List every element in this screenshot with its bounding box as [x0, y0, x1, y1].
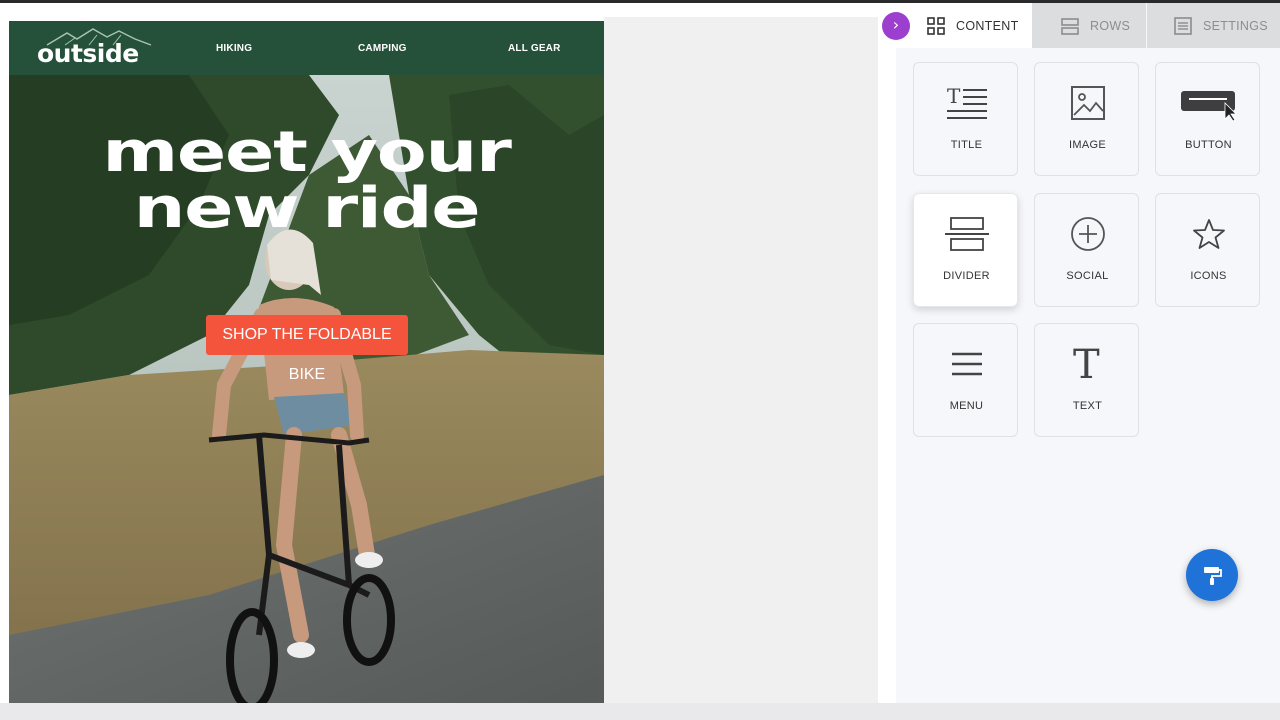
svg-text:T: T [1073, 344, 1100, 384]
nav-all-gear[interactable]: ALL GEAR [508, 43, 561, 54]
tile-text[interactable]: T TEXT [1034, 323, 1139, 437]
text-icon: T [1035, 344, 1140, 384]
hero-title-line-1: meet your [102, 120, 512, 185]
tile-title[interactable]: T TITLE [913, 62, 1018, 176]
nav-camping[interactable]: CAMPING [358, 43, 407, 54]
image-icon [1035, 83, 1140, 123]
button-icon [1156, 83, 1261, 123]
tile-button-label: BUTTON [1185, 139, 1232, 151]
grid-icon [927, 16, 945, 35]
tile-icons[interactable]: ICONS [1155, 193, 1260, 307]
tab-content[interactable]: CONTENT [896, 3, 1032, 48]
collapse-panel-button[interactable]: › [882, 12, 910, 40]
logo-text: outside [37, 39, 139, 68]
settings-doc-icon [1174, 16, 1192, 35]
plus-circle-icon [1035, 214, 1140, 254]
tab-rows-label: ROWS [1090, 18, 1131, 33]
tile-divider-label: DIVIDER [943, 270, 990, 282]
svg-text:T: T [947, 85, 961, 108]
tile-social[interactable]: SOCIAL [1034, 193, 1139, 307]
tab-settings-label: SETTINGS [1203, 18, 1268, 33]
tile-title-label: TITLE [950, 139, 983, 151]
panel-tabbar: CONTENT ROWS SETTINGS [896, 3, 1280, 48]
tile-menu[interactable]: MENU [913, 323, 1018, 437]
hero-image[interactable]: meet your new ride SHOP THE FOLDABLE BIK… [9, 75, 604, 703]
nav-hiking[interactable]: HIKING [216, 43, 252, 54]
panel-gutter [878, 3, 896, 703]
tab-content-label: CONTENT [956, 18, 1019, 33]
chevron-right-icon: › [892, 15, 900, 34]
canvas-background [604, 17, 878, 703]
menu-icon [914, 344, 1019, 384]
brand-logo[interactable]: outside [37, 27, 161, 71]
style-paint-button[interactable] [1186, 549, 1238, 601]
tile-menu-label: MENU [949, 400, 984, 412]
divider-icon [914, 214, 1019, 254]
tile-icons-label: ICONS [1190, 270, 1227, 282]
email-header: outside HIKING CAMPING ALL GEAR [9, 21, 604, 75]
bottom-bar [0, 703, 1280, 720]
star-icon [1156, 214, 1261, 254]
hero-title[interactable]: meet your new ride [9, 125, 604, 237]
tile-button[interactable]: BUTTON [1155, 62, 1260, 176]
title-icon: T [914, 83, 1019, 123]
tile-image-label: IMAGE [1069, 139, 1106, 151]
email-preview[interactable]: outside HIKING CAMPING ALL GEAR meet you… [9, 21, 604, 703]
hero-title-line-2: new ride [133, 176, 481, 241]
tile-image[interactable]: IMAGE [1034, 62, 1139, 176]
tab-settings[interactable]: SETTINGS [1147, 3, 1280, 48]
tile-divider[interactable]: DIVIDER [913, 193, 1018, 307]
tile-text-label: TEXT [1072, 400, 1103, 412]
tile-social-label: SOCIAL [1066, 270, 1109, 282]
paint-roller-icon [1204, 567, 1222, 585]
shop-cta-button[interactable]: SHOP THE FOLDABLE BIKE [206, 315, 408, 383]
tab-rows[interactable]: ROWS [1032, 3, 1146, 48]
rows-icon [1061, 17, 1079, 35]
